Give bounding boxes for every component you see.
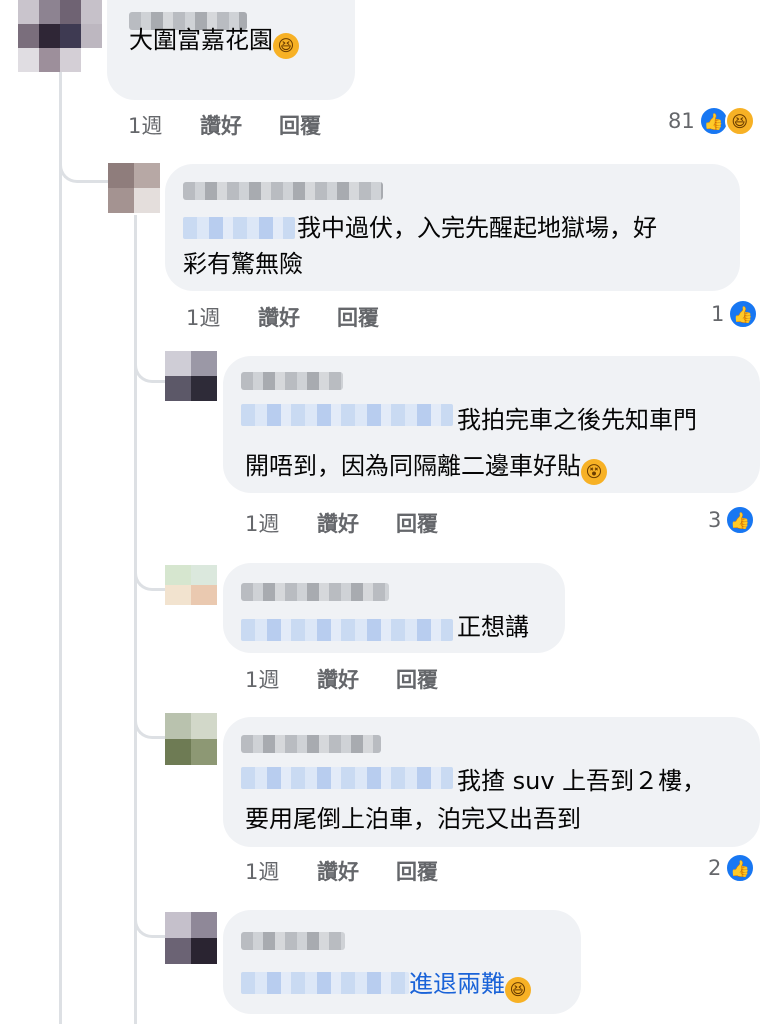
thread-connector <box>134 350 167 383</box>
mention-tag[interactable] <box>241 619 453 641</box>
comment-text: 我拍完車之後先知車門 <box>457 406 697 434</box>
reaction-summary[interactable]: 1 👍 <box>711 299 759 329</box>
thread-connector <box>134 558 167 591</box>
reply-link[interactable]: 回覆 <box>337 302 379 332</box>
like-link[interactable]: 讚好 <box>200 110 242 140</box>
reply-link[interactable]: 回覆 <box>396 856 438 886</box>
comment-timestamp[interactable]: 1週 <box>245 856 279 886</box>
avatar[interactable] <box>165 713 217 765</box>
comment-text: 我揸 suv 上吾到２樓， <box>457 767 707 795</box>
reaction-count: 2 <box>708 856 722 880</box>
reaction-count: 1 <box>711 302 725 326</box>
like-icon: 👍 <box>725 505 756 535</box>
avatar[interactable] <box>165 912 217 964</box>
comment-bubble: 我中過伏，入完先醒起地獄場，好 彩有驚無險 <box>165 164 740 291</box>
thread-line-replies <box>134 215 137 1024</box>
mention-tag[interactable] <box>241 767 453 789</box>
comment-text: 進退兩難 😆 <box>409 966 531 1003</box>
laughing-emoji-icon: 😆 <box>273 33 299 59</box>
dizzy-face-emoji-icon: 😵 <box>581 459 607 485</box>
comment-timestamp[interactable]: 1週 <box>186 302 220 332</box>
commenter-name[interactable] <box>241 932 345 950</box>
avatar[interactable] <box>165 565 217 605</box>
comment-timestamp[interactable]: 1週 <box>245 508 279 538</box>
comment-bubble: 正想講 <box>223 563 565 653</box>
comment-timestamp[interactable]: 1週 <box>128 110 162 140</box>
comment-text: 正想講 <box>457 613 529 641</box>
reaction-summary[interactable]: 2 👍 <box>708 853 756 883</box>
reply-link[interactable]: 回覆 <box>396 508 438 538</box>
comment-text: 要用尾倒上泊車，泊完又出吾到 <box>245 805 581 833</box>
laughing-emoji-icon: 😆 <box>505 977 531 1003</box>
thread-connector <box>59 150 112 183</box>
thread-line-main <box>59 70 62 1024</box>
commenter-name[interactable] <box>241 735 381 753</box>
mention-tag[interactable] <box>183 217 295 239</box>
thread-connector <box>134 905 167 938</box>
mention-tag[interactable] <box>241 972 409 994</box>
thread-connector <box>134 706 167 739</box>
like-icon: 👍 <box>728 299 759 329</box>
comment-timestamp[interactable]: 1週 <box>245 664 279 694</box>
comment-text: 開唔到，因為同隔離二邊車好貼 😵 <box>245 448 607 485</box>
reaction-count: 3 <box>708 508 722 532</box>
comment-text: 我中過伏，入完先醒起地獄場，好 <box>297 214 657 242</box>
comment-bubble: 進退兩難 😆 <box>223 910 581 1014</box>
like-link[interactable]: 讚好 <box>317 664 359 694</box>
like-link[interactable]: 讚好 <box>317 508 359 538</box>
avatar[interactable] <box>165 351 217 401</box>
reaction-count: 81 <box>668 109 695 133</box>
avatar[interactable] <box>18 0 102 72</box>
reply-link[interactable]: 回覆 <box>396 664 438 694</box>
like-icon: 👍 <box>725 853 756 883</box>
like-link[interactable]: 讚好 <box>258 302 300 332</box>
commenter-name[interactable] <box>241 372 343 390</box>
comment-bubble: 我揸 suv 上吾到２樓， 要用尾倒上泊車，泊完又出吾到 <box>223 717 760 847</box>
commenter-name[interactable] <box>183 182 383 200</box>
comment-bubble: 我拍完車之後先知車門 開唔到，因為同隔離二邊車好貼 😵 <box>223 356 760 493</box>
avatar[interactable] <box>108 163 160 213</box>
comment-text: 彩有驚無險 <box>183 250 303 278</box>
reaction-summary[interactable]: 81 👍 😆 <box>668 106 755 136</box>
reaction-summary[interactable]: 3 👍 <box>708 505 756 535</box>
comment-bubble: 大圍富嘉花園 😆 <box>107 0 355 100</box>
haha-icon: 😆 <box>724 106 755 136</box>
comment-text: 大圍富嘉花園 😆 <box>129 22 299 59</box>
like-link[interactable]: 讚好 <box>317 856 359 886</box>
reply-link[interactable]: 回覆 <box>279 110 321 140</box>
commenter-name[interactable] <box>241 583 389 601</box>
mention-tag[interactable] <box>241 404 453 426</box>
